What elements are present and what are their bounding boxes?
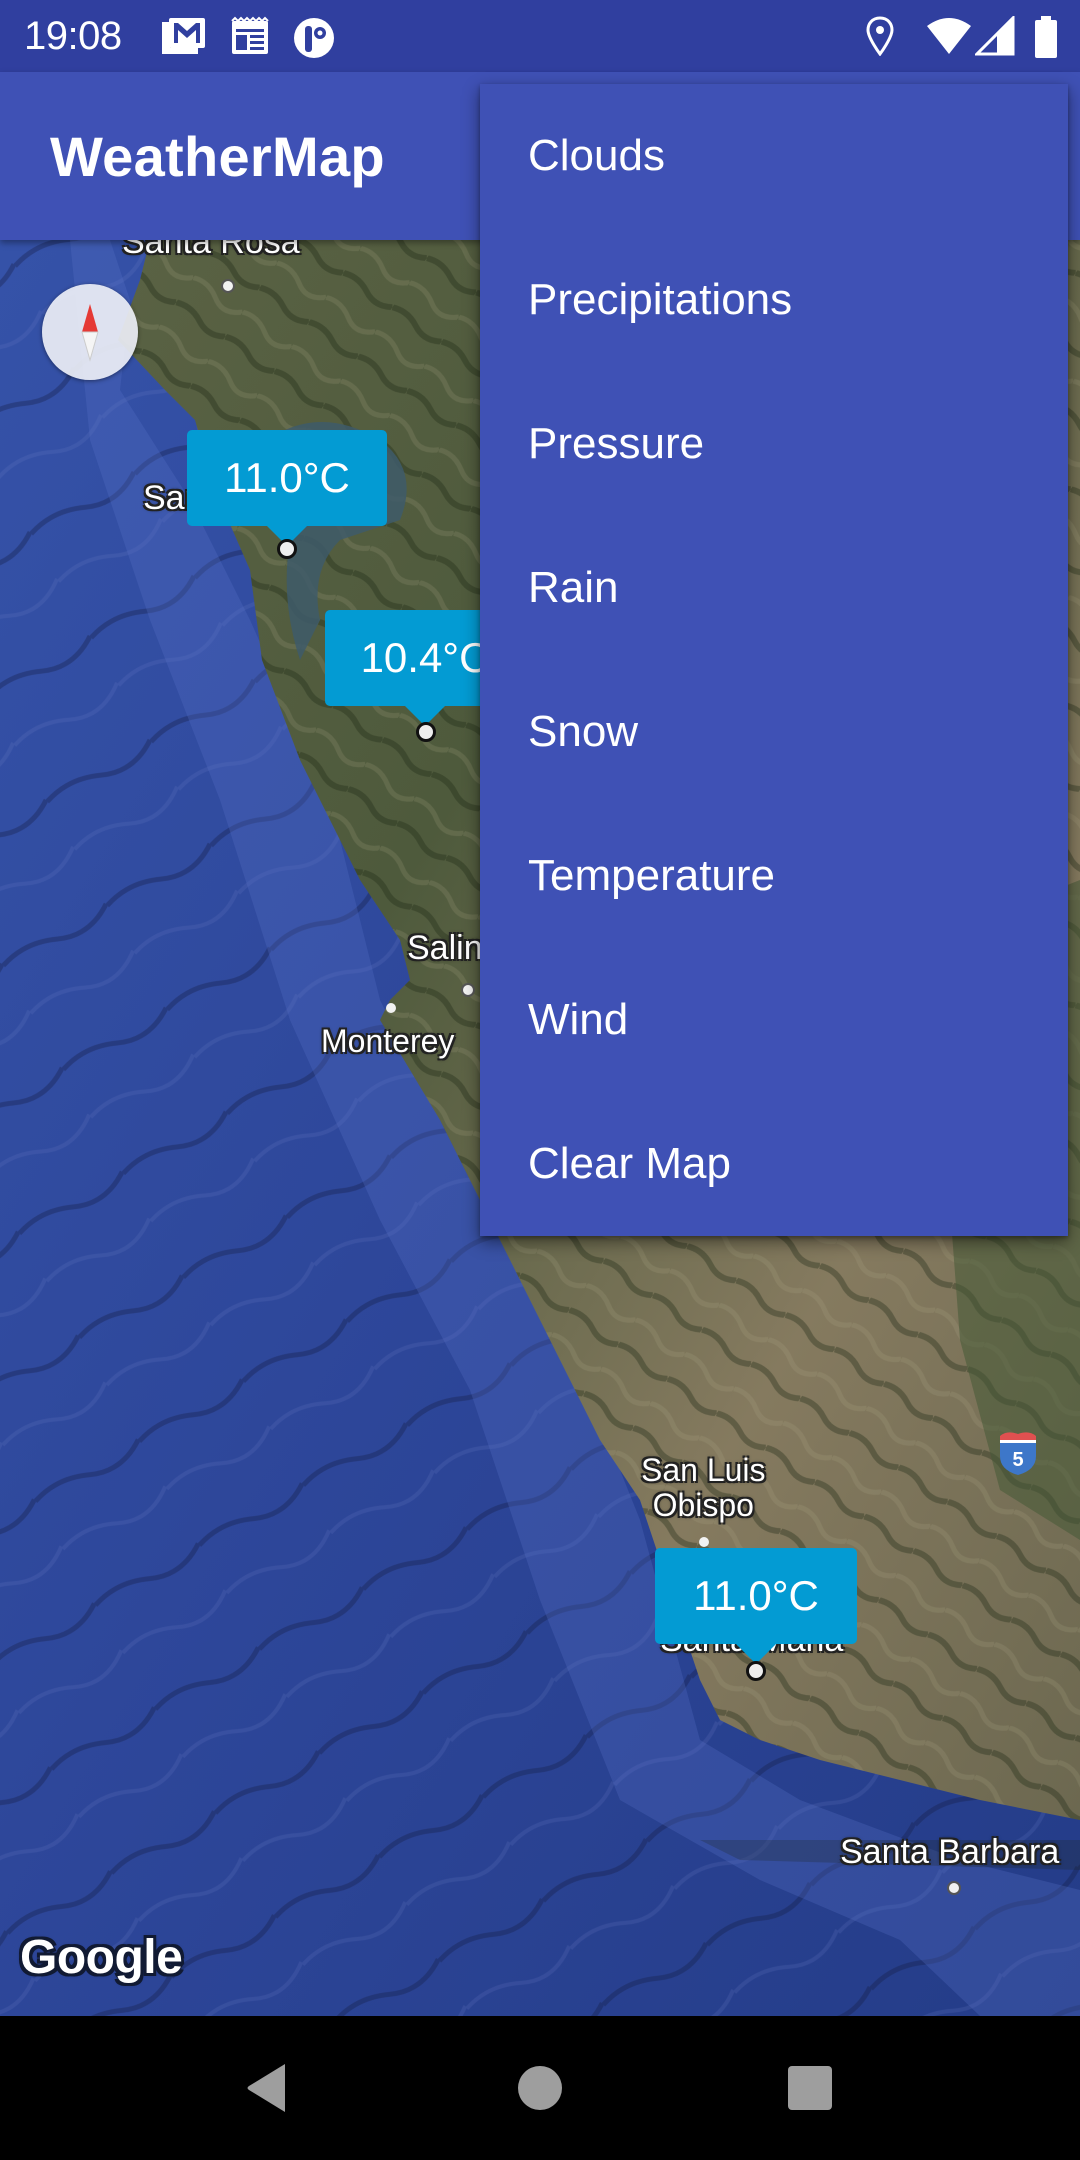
weather-marker[interactable]: 11.0°C	[187, 430, 387, 550]
city-dot	[461, 983, 475, 997]
city-label: Santa Barbara	[840, 1833, 1060, 1871]
city-dot	[699, 1537, 709, 1547]
city-label: Santa Rosa	[122, 240, 300, 261]
weather-marker[interactable]: 10.4°C	[325, 610, 525, 730]
home-button[interactable]	[504, 2052, 576, 2124]
back-icon	[247, 2064, 285, 2112]
menu-item-clouds[interactable]: Clouds	[480, 84, 1068, 228]
calendar-news-icon	[230, 16, 270, 56]
city-label: Monterey	[321, 1023, 455, 1059]
menu-item-snow[interactable]: Snow	[480, 660, 1068, 804]
marker-label: 11.0°C	[187, 430, 387, 526]
menu-item-wind[interactable]: Wind	[480, 948, 1068, 1092]
interstate-shield-icon: 5	[1000, 1432, 1036, 1475]
status-bar: 19:08	[0, 0, 1080, 72]
wifi-icon	[926, 16, 972, 56]
marker-pin	[746, 1661, 766, 1681]
overflow-menu: Clouds Precipitations Pressure Rain Snow…	[480, 84, 1068, 1236]
marker-label: 11.0°C	[655, 1548, 857, 1644]
city-dot	[947, 1881, 961, 1895]
menu-item-precipitations[interactable]: Precipitations	[480, 228, 1068, 372]
menu-item-temperature[interactable]: Temperature	[480, 804, 1068, 948]
home-icon	[518, 2066, 562, 2110]
recents-button[interactable]	[774, 2052, 846, 2124]
compass-icon	[81, 304, 99, 362]
navigation-bar	[0, 2016, 1080, 2160]
menu-item-rain[interactable]: Rain	[480, 516, 1068, 660]
status-time: 19:08	[24, 14, 122, 58]
app-notification-icon	[292, 16, 336, 58]
menu-item-pressure[interactable]: Pressure	[480, 372, 1068, 516]
city-label: San Luis Obispo	[641, 1452, 766, 1523]
compass-button[interactable]	[42, 284, 138, 380]
svg-text:5: 5	[1012, 1449, 1023, 1471]
menu-item-clear-map[interactable]: Clear Map	[480, 1092, 1068, 1236]
location-icon	[866, 16, 894, 56]
city-dot	[386, 1003, 396, 1013]
gmail-icon	[160, 16, 206, 56]
google-logo: Google	[20, 1931, 183, 1984]
city-dot	[221, 279, 235, 293]
app-title: WeatherMap	[50, 125, 385, 188]
back-button[interactable]	[231, 2052, 303, 2124]
marker-pin	[416, 722, 436, 742]
marker-pin	[277, 539, 297, 559]
recents-icon	[788, 2066, 832, 2110]
weather-marker[interactable]: 11.0°C	[655, 1548, 857, 1678]
battery-icon	[1034, 16, 1058, 58]
cellular-signal-icon	[975, 16, 1015, 56]
